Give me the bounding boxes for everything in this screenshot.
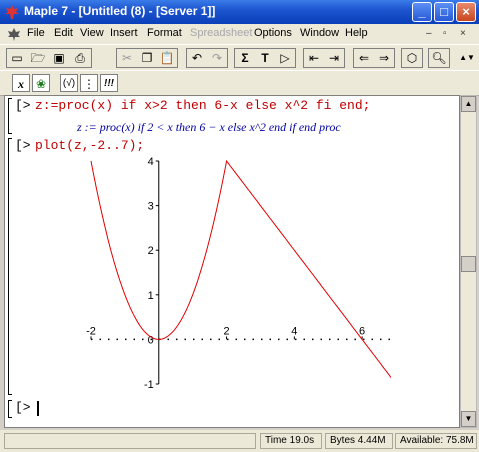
x-tick-label: 4 (291, 325, 297, 337)
execution-group-bracket[interactable] (8, 98, 12, 134)
redo-icon[interactable]: ↷ (208, 49, 226, 67)
x-tick-label: -2 (86, 325, 96, 337)
y-tick-label: 1 (148, 290, 154, 302)
menu-window[interactable]: Window (300, 27, 339, 39)
separator-button[interactable]: ⋮ (80, 74, 98, 92)
status-time: Time 19.0s (260, 433, 322, 449)
y-tick-label: 4 (148, 156, 154, 168)
title-bar[interactable]: Maple 7 - [Untitled (8) - [Server 1]] _ … (0, 0, 479, 24)
text-cursor (37, 401, 39, 416)
prompt-bracket-3[interactable] (8, 400, 12, 418)
close-icon: × (462, 4, 470, 19)
forward-arrow-icon[interactable]: ⇒ (375, 49, 393, 67)
scroll-up-icon[interactable]: ▲ (461, 96, 476, 112)
text-t-icon[interactable]: T (256, 49, 274, 67)
print-icon[interactable]: ⎙ (71, 49, 89, 67)
status-bar: Time 19.0s Bytes 4.44M Available: 75.8M (0, 430, 479, 452)
prompt-3: [> (15, 400, 31, 415)
menu-spreadsheet[interactable]: Spreadsheet (190, 27, 252, 39)
execute-all-button[interactable]: !!! (100, 74, 118, 92)
open-folder-icon[interactable]: 🗁 (29, 49, 47, 67)
magnifier-icon[interactable]: 🔍︎ (430, 49, 448, 67)
maple-leaf-icon (5, 5, 19, 19)
output-line-1: z := proc(x) if 2 < x then 6 − x else x^… (77, 120, 341, 134)
x-tick-label: 2 (223, 325, 229, 337)
back-arrow-icon[interactable]: ⇐ (355, 49, 373, 67)
mdi-close-button[interactable]: × (460, 28, 466, 39)
status-message (4, 433, 256, 449)
input-line-1[interactable]: z:=proc(x) if x>2 then 6-x else x^2 fi e… (35, 98, 370, 113)
cut-icon[interactable]: ✂ (118, 49, 136, 67)
y-tick-label: 3 (148, 201, 154, 213)
stop-octagon-icon[interactable]: ⬡ (403, 49, 421, 67)
context-toolbar: x ❀ (√) ⋮ !!! (0, 70, 479, 96)
maximize-button[interactable]: □ (434, 2, 454, 22)
status-available: Available: 75.8M (395, 433, 477, 449)
prompt-insert-icon[interactable]: ▷ (276, 49, 294, 67)
menu-insert[interactable]: Insert (110, 27, 138, 39)
window-title: Maple 7 - [Untitled (8) - [Server 1]] (24, 4, 216, 18)
menu-view[interactable]: View (80, 27, 104, 39)
mdi-minimize-button[interactable]: – (426, 28, 432, 39)
menu-options[interactable]: Options (254, 27, 292, 39)
paste-icon[interactable]: 📋 (158, 49, 176, 67)
menu-help[interactable]: Help (345, 27, 368, 39)
minimize-icon: _ (418, 4, 426, 19)
outdent-icon[interactable]: ⇤ (305, 49, 323, 67)
scroll-down-icon[interactable]: ▼ (461, 411, 476, 427)
plot-area[interactable]: -1 1 2 3 4 -2 2 4 6 0 (61, 154, 391, 394)
prompt-1: [> (15, 98, 31, 113)
minimize-button[interactable]: _ (412, 2, 432, 22)
math-mode-button[interactable]: x (12, 74, 30, 92)
status-bytes: Bytes 4.44M (325, 433, 393, 449)
mdi-restore-button[interactable]: ▫ (443, 28, 447, 39)
y-tick-label: -1 (144, 379, 154, 391)
scrollbar-thumb[interactable] (461, 256, 476, 272)
y-tick-label: 2 (148, 245, 154, 257)
menu-format[interactable]: Format (147, 27, 182, 39)
undo-icon[interactable]: ↶ (188, 49, 206, 67)
menu-bar: File Edit View Insert Format Spreadsheet… (0, 24, 479, 44)
close-button[interactable]: × (456, 2, 476, 22)
toolbar-scroll-icon[interactable]: ▲▼ (458, 49, 476, 67)
plot-curve-0 (90, 159, 391, 379)
menu-edit[interactable]: Edit (54, 27, 73, 39)
plot-group-bracket[interactable] (8, 138, 12, 395)
worksheet[interactable]: [> z:=proc(x) if x>2 then 6-x else x^2 f… (4, 95, 460, 428)
save-disk-icon[interactable]: ▣ (50, 49, 68, 67)
origin-label: 0 (148, 334, 154, 346)
document-leaf-icon[interactable] (6, 26, 22, 42)
maximize-icon: □ (440, 4, 448, 19)
sum-icon[interactable]: Σ (236, 49, 254, 67)
x-tick-label: 6 (359, 325, 365, 337)
new-document-icon[interactable]: ▭ (8, 49, 26, 67)
copy-icon[interactable]: ❐ (138, 49, 156, 67)
input-line-2[interactable]: plot(z,-2..7); (35, 138, 144, 153)
menu-file[interactable]: File (27, 27, 45, 39)
maple-leaf-button-icon[interactable]: ❀ (32, 74, 50, 92)
vertical-scrollbar[interactable]: ▲ ▼ (460, 95, 477, 428)
evaluate-button[interactable]: (√) (60, 74, 78, 92)
indent-icon[interactable]: ⇥ (325, 49, 343, 67)
prompt-2: [> (15, 138, 31, 153)
